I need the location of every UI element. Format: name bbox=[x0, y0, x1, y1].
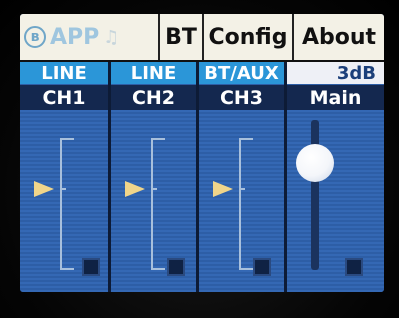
channel-strip-ch2[interactable]: LINE CH2 bbox=[111, 62, 196, 292]
ch1-input-label: LINE bbox=[20, 62, 108, 84]
main-fader-track[interactable] bbox=[311, 120, 319, 270]
tab-bt-label: BT bbox=[165, 24, 197, 50]
tab-about-label: About bbox=[301, 24, 377, 50]
channel-strip-main[interactable]: 3dB Main bbox=[287, 62, 384, 292]
tab-bar: ʙ APP ♫ BT Config About bbox=[20, 14, 384, 62]
ch3-mute-button[interactable] bbox=[253, 258, 271, 276]
ch2-level-marker-icon[interactable] bbox=[125, 181, 145, 197]
ch2-fader-scale bbox=[151, 138, 165, 270]
tab-config-label: Config bbox=[208, 24, 288, 50]
ch3-level-marker-icon[interactable] bbox=[213, 181, 233, 197]
ch2-mute-button[interactable] bbox=[167, 258, 185, 276]
tab-app[interactable]: ʙ APP ♫ bbox=[20, 14, 158, 60]
ch1-scale-tick bbox=[60, 188, 66, 190]
ch3-name-label: CH3 bbox=[199, 85, 284, 110]
tab-bt[interactable]: BT bbox=[158, 14, 202, 60]
tab-config[interactable]: Config bbox=[202, 14, 292, 60]
ch2-name-label: CH2 bbox=[111, 85, 196, 110]
main-mute-button[interactable] bbox=[345, 258, 363, 276]
ch3-scale-tick bbox=[239, 188, 245, 190]
channel-strip-ch3[interactable]: BT/AUX CH3 bbox=[199, 62, 284, 292]
music-note-icon: ♫ bbox=[103, 26, 120, 48]
ch1-mute-button[interactable] bbox=[82, 258, 100, 276]
ch1-level-marker-icon[interactable] bbox=[34, 181, 54, 197]
ch2-scale-tick bbox=[151, 188, 157, 190]
tab-app-label: APP bbox=[50, 24, 100, 50]
main-name-label: Main bbox=[287, 85, 384, 110]
ch1-fader-scale bbox=[60, 138, 74, 270]
main-gain-readout: 3dB bbox=[287, 62, 384, 84]
mixer-screen: ʙ APP ♫ BT Config About LINE CH1 LINE CH… bbox=[20, 14, 384, 292]
tab-about[interactable]: About bbox=[292, 14, 384, 60]
main-fader-knob[interactable] bbox=[296, 144, 334, 182]
ch3-fader-scale bbox=[239, 138, 253, 270]
ch1-name-label: CH1 bbox=[20, 85, 108, 110]
bluetooth-icon: ʙ bbox=[24, 26, 46, 48]
ch3-input-label: BT/AUX bbox=[199, 62, 284, 84]
channel-strip-ch1[interactable]: LINE CH1 bbox=[20, 62, 108, 292]
ch2-input-label: LINE bbox=[111, 62, 196, 84]
